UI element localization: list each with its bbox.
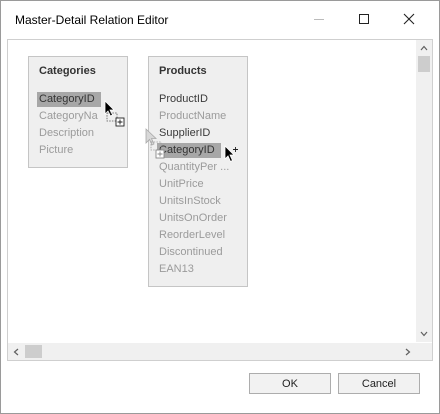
vertical-scroll-thumb[interactable] xyxy=(418,56,430,72)
link-cursor-icon xyxy=(224,145,238,163)
field-quantityperunit[interactable]: QuantityPer ... xyxy=(159,160,229,175)
table-title-categories: Categories xyxy=(39,65,96,77)
horizontal-scrollbar[interactable] xyxy=(8,343,416,360)
scroll-left-button[interactable] xyxy=(8,344,24,360)
horizontal-scroll-thumb[interactable] xyxy=(25,345,42,358)
chevron-left-icon xyxy=(13,348,19,356)
scrollbar-corner xyxy=(416,343,432,360)
chevron-right-icon xyxy=(405,348,411,356)
diagram-canvas: Categories CategoryID CategoryNa Descrip… xyxy=(8,40,416,340)
cancel-button[interactable]: Cancel xyxy=(338,373,420,394)
relation-editor-window: Master-Detail Relation Editor Categories… xyxy=(0,0,440,414)
field-categoryname[interactable]: CategoryNa xyxy=(39,109,98,124)
field-categoryid[interactable]: CategoryID xyxy=(37,92,101,107)
maximize-icon xyxy=(359,14,369,24)
title-bar: Master-Detail Relation Editor xyxy=(1,1,439,37)
field-unitsonorder[interactable]: UnitsOnOrder xyxy=(159,211,227,226)
field-reorderlevel[interactable]: ReorderLevel xyxy=(159,228,225,243)
field-description[interactable]: Description xyxy=(39,126,94,141)
scroll-right-button[interactable] xyxy=(400,344,416,360)
window-title: Master-Detail Relation Editor xyxy=(15,13,169,27)
minimize-button[interactable] xyxy=(297,5,341,33)
chevron-down-icon xyxy=(420,331,428,337)
field-unitsinstock[interactable]: UnitsInStock xyxy=(159,194,221,209)
drag-copy-cursor-icon xyxy=(104,100,125,127)
vertical-scrollbar[interactable] xyxy=(416,40,432,342)
diagram-area[interactable]: Categories CategoryID CategoryNa Descrip… xyxy=(7,39,433,361)
field-productname[interactable]: ProductName xyxy=(159,109,226,124)
ok-button[interactable]: OK xyxy=(249,373,331,394)
minimize-icon xyxy=(314,19,324,20)
scroll-down-button[interactable] xyxy=(416,326,432,342)
field-discontinued[interactable]: Discontinued xyxy=(159,245,223,260)
scroll-up-button[interactable] xyxy=(416,40,432,56)
chevron-up-icon xyxy=(420,45,428,51)
field-picture[interactable]: Picture xyxy=(39,143,73,158)
field-product-categoryid[interactable]: CategoryID xyxy=(157,143,221,158)
field-productid[interactable]: ProductID xyxy=(159,92,208,107)
close-button[interactable] xyxy=(387,5,431,33)
field-unitprice[interactable]: UnitPrice xyxy=(159,177,204,192)
table-products[interactable]: Products ProductID ProductName SupplierI… xyxy=(148,56,248,287)
field-ean13[interactable]: EAN13 xyxy=(159,262,194,277)
table-title-products: Products xyxy=(159,65,207,77)
drag-ghost-cursor-icon xyxy=(145,128,165,159)
field-supplierid[interactable]: SupplierID xyxy=(159,126,210,141)
close-icon xyxy=(403,13,415,25)
maximize-button[interactable] xyxy=(342,5,386,33)
